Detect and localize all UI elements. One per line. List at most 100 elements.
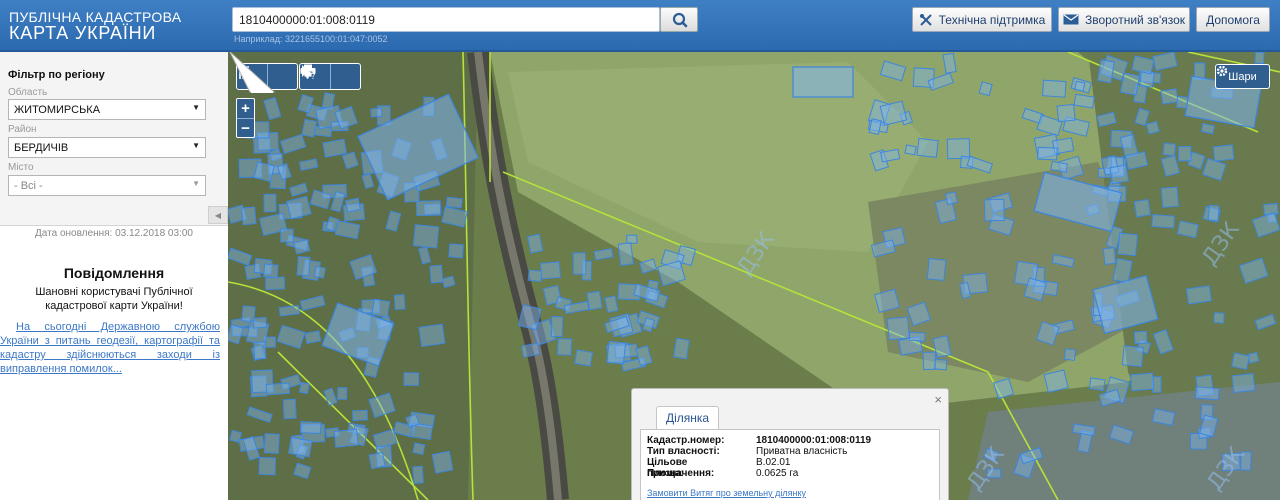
parcel-shape[interactable] xyxy=(1254,52,1265,65)
parcel-shape[interactable] xyxy=(313,265,326,279)
parcel-shape[interactable] xyxy=(572,252,587,275)
parcel-shape[interactable] xyxy=(946,138,971,160)
parcel-shape[interactable] xyxy=(1130,372,1155,392)
parcel-shape[interactable] xyxy=(1177,145,1192,162)
parcel-shape[interactable] xyxy=(904,144,917,156)
parcel-shape[interactable] xyxy=(393,294,406,311)
tech-support-button[interactable]: Технічна підтримка xyxy=(912,7,1052,32)
parcel-shape[interactable] xyxy=(550,316,564,338)
parcel-shape[interactable] xyxy=(1074,80,1086,92)
feedback-button[interactable]: Зворотний зв'язок xyxy=(1058,7,1190,32)
parcel-shape[interactable] xyxy=(370,107,383,118)
parcel-shape[interactable] xyxy=(626,234,638,245)
parcel-shape[interactable] xyxy=(1056,103,1076,123)
parcel-shape[interactable] xyxy=(944,191,958,206)
parcel-shape[interactable] xyxy=(1073,93,1095,109)
parcel-shape[interactable] xyxy=(673,337,690,360)
parcel-shape[interactable] xyxy=(412,224,440,249)
parcel-shape[interactable] xyxy=(1133,198,1152,218)
parcel-shape[interactable] xyxy=(445,196,463,209)
parcel-shape[interactable] xyxy=(1117,232,1139,257)
parcel-shape[interactable] xyxy=(1213,312,1225,324)
parcel-shape[interactable] xyxy=(278,304,300,317)
parcel-shape[interactable] xyxy=(298,381,310,395)
parcel-shape[interactable] xyxy=(908,331,926,342)
region-select[interactable]: ЖИТОМИРСЬКА ▼ xyxy=(8,99,206,120)
zoom-in-button[interactable]: + xyxy=(237,99,254,118)
parcel-shape[interactable] xyxy=(539,261,562,280)
search-button[interactable] xyxy=(660,7,698,32)
parcel-shape[interactable] xyxy=(368,451,386,470)
parcel-shape[interactable] xyxy=(1231,352,1250,371)
parcel-shape[interactable] xyxy=(258,457,276,476)
parcel-shape[interactable] xyxy=(983,198,1005,222)
district-select[interactable]: БЕРДИЧІВ ▼ xyxy=(8,137,206,158)
parcel-shape[interactable] xyxy=(933,358,948,371)
parcel-shape[interactable] xyxy=(263,263,279,279)
parcel-shape[interactable] xyxy=(1145,120,1160,135)
parcel-shape[interactable] xyxy=(1231,373,1256,394)
parcel-shape[interactable] xyxy=(253,161,275,182)
parcel-shape[interactable] xyxy=(1097,59,1115,84)
parcel-shape[interactable] xyxy=(527,269,543,282)
cadastral-search-input[interactable] xyxy=(232,7,660,32)
parcel-shape[interactable] xyxy=(344,197,361,213)
parcel-shape[interactable] xyxy=(1160,88,1179,105)
parcel-shape[interactable] xyxy=(448,243,464,259)
zoom-out-button[interactable]: − xyxy=(237,118,254,137)
parcel-shape[interactable] xyxy=(263,433,280,454)
parcel-shape[interactable] xyxy=(337,387,348,400)
parcel-shape[interactable] xyxy=(264,276,286,291)
parcel-shape[interactable] xyxy=(431,450,454,474)
parcel-shape[interactable] xyxy=(526,233,544,254)
parcel-shape[interactable] xyxy=(287,436,313,458)
parcel-shape[interactable] xyxy=(1063,348,1077,361)
parcel-shape[interactable] xyxy=(916,137,939,158)
help-button[interactable]: Допомога xyxy=(1196,7,1270,32)
identify-button[interactable]: ? xyxy=(302,64,360,89)
parcel-shape[interactable] xyxy=(617,242,634,266)
parcel-shape[interactable] xyxy=(792,66,854,98)
cadastral-map[interactable]: ДЗК ДЗК ДЗК ДЗК м м² xyxy=(228,52,1280,500)
parcel-shape[interactable] xyxy=(886,316,911,341)
parcel-shape[interactable] xyxy=(1041,79,1067,98)
parcel-shape[interactable] xyxy=(1207,204,1220,222)
parcel-shape[interactable] xyxy=(1160,186,1180,208)
parcel-shape[interactable] xyxy=(1088,377,1106,392)
close-icon[interactable]: × xyxy=(934,392,942,407)
parcel-shape[interactable] xyxy=(1121,345,1144,368)
collapse-sidebar-button[interactable]: ◀ xyxy=(208,206,228,224)
parcel-shape[interactable] xyxy=(926,257,947,282)
parcel-shape[interactable] xyxy=(574,349,594,367)
city-select[interactable]: - Всі - ▼ xyxy=(8,175,206,196)
parcel-shape[interactable] xyxy=(1037,146,1058,161)
parcel-shape[interactable] xyxy=(418,323,446,347)
news-link[interactable]: На сьогодні Державною службою України з … xyxy=(0,320,220,376)
parcel-shape[interactable] xyxy=(586,290,603,311)
parcel-shape[interactable] xyxy=(351,409,369,422)
parcel-shape[interactable] xyxy=(241,206,257,226)
parcel-shape[interactable] xyxy=(253,341,267,360)
parcel-shape[interactable] xyxy=(252,316,268,329)
parcel-shape[interactable] xyxy=(978,81,993,97)
parcel-shape[interactable] xyxy=(299,421,322,434)
parcel-shape[interactable] xyxy=(296,255,311,277)
parcel-shape[interactable] xyxy=(520,342,541,358)
parcel-shape[interactable] xyxy=(1151,214,1176,229)
parcel-shape[interactable] xyxy=(1102,247,1117,266)
parcel-shape[interactable] xyxy=(415,200,442,217)
parcel-shape[interactable] xyxy=(1133,330,1148,345)
parcel-shape[interactable] xyxy=(304,330,322,344)
parcel-shape[interactable] xyxy=(1200,122,1215,135)
parcel-shape[interactable] xyxy=(1263,202,1279,216)
parcel-shape[interactable] xyxy=(556,337,573,356)
parcel-shape[interactable] xyxy=(1212,144,1235,162)
parcel-shape[interactable] xyxy=(280,228,294,243)
parcel-shape[interactable] xyxy=(282,398,297,420)
parcel-shape[interactable] xyxy=(263,193,277,213)
logo-line-2[interactable]: КАРТА УКРАЇНИ xyxy=(9,23,156,44)
parcel-shape[interactable] xyxy=(606,340,627,365)
layers-button[interactable]: Шари xyxy=(1215,64,1270,89)
parcel-shape[interactable] xyxy=(265,382,291,396)
parcel-shape[interactable] xyxy=(1162,142,1177,157)
